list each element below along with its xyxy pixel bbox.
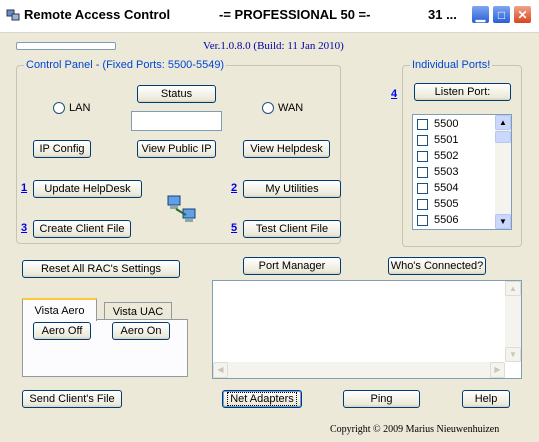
scroll-down-arrow-icon[interactable]: ▼ [495,214,511,229]
window-edition: -= PROFESSIONAL 50 =- [219,7,371,22]
scroll-up-arrow-icon[interactable]: ▲ [495,115,511,130]
port-checkbox[interactable] [417,134,428,146]
step-1-link[interactable]: 1 [21,182,27,194]
ports-scrollbar[interactable]: ▲ ▼ [495,115,511,229]
maximize-button[interactable]: □ [492,5,511,24]
port-checkbox[interactable] [417,166,428,178]
port-label: 5504 [434,182,459,194]
scroll-down-arrow-icon[interactable]: ▼ [505,347,521,362]
version-label: Ver.1.0.8.0 (Build: 11 Jan 2010) [203,40,344,52]
list-item[interactable]: 5506 [413,212,495,228]
port-label: 5505 [434,198,459,210]
ports-list[interactable]: 5500 5501 5502 5503 5504 5505 5506 ▲ ▼ [412,114,512,230]
create-client-file-button[interactable]: Create Client File [33,220,131,238]
view-helpdesk-button[interactable]: View Helpdesk [243,140,330,158]
list-item[interactable]: 5502 [413,148,495,164]
net-adapters-button[interactable]: Net Adapters [222,390,302,408]
port-checkbox[interactable] [417,150,428,162]
port-label: 5502 [434,150,459,162]
ip-config-button[interactable]: IP Config [33,140,91,158]
port-label: 5506 [434,214,459,226]
window-days: 31 ... [428,7,457,22]
port-label: 5503 [434,166,459,178]
output-textarea[interactable]: ▲ ▼ ◀ ▶ [212,280,522,379]
reset-settings-button[interactable]: Reset All RAC's Settings [22,260,180,278]
step-3-link[interactable]: 3 [21,222,27,234]
port-checkbox[interactable] [417,182,428,194]
scroll-up-arrow-icon[interactable]: ▲ [505,281,521,296]
aero-off-button[interactable]: Aero Off [33,322,91,340]
list-item[interactable]: 5500 [413,116,495,132]
minimize-button[interactable]: ▁ [471,5,490,24]
wan-label: WAN [278,102,304,114]
port-label: 5500 [434,118,459,130]
send-client-file-button[interactable]: Send Client's File [22,390,122,408]
step-4-link[interactable]: 4 [391,88,397,100]
lan-label: LAN [69,102,91,114]
network-computers-icon [166,193,198,225]
output-vertical-scrollbar[interactable]: ▲ ▼ [505,281,521,362]
port-checkbox[interactable] [417,118,428,130]
status-field[interactable] [131,111,222,131]
list-item[interactable]: 5503 [413,164,495,180]
control-panel-legend: Control Panel - (Fixed Ports: 5500-5549) [24,59,227,71]
ping-button[interactable]: Ping [343,390,420,408]
scroll-right-arrow-icon[interactable]: ▶ [490,362,505,378]
listen-port-button[interactable]: Listen Port: [414,83,511,101]
port-manager-button[interactable]: Port Manager [243,257,341,275]
whos-connected-button[interactable]: Who's Connected? [388,257,486,275]
output-horizontal-scrollbar[interactable]: ◀ ▶ [213,362,505,378]
window-title: Remote Access Control [24,7,171,22]
scroll-left-arrow-icon[interactable]: ◀ [213,362,228,378]
list-item[interactable]: 5501 [413,132,495,148]
port-label: 5501 [434,134,459,146]
my-utilities-button[interactable]: My Utilities [243,180,341,198]
view-public-ip-button[interactable]: View Public IP [137,140,216,158]
app-icon [6,8,20,22]
step-2-link[interactable]: 2 [231,182,237,194]
copyright-label: Copyright © 2009 Marius Nieuwenhuizen [330,424,500,435]
list-item[interactable]: 5505 [413,196,495,212]
close-button[interactable]: ✕ [513,5,532,24]
port-checkbox[interactable] [417,198,428,210]
list-item[interactable]: 5504 [413,180,495,196]
lan-radio[interactable] [53,102,65,114]
status-button[interactable]: Status [137,85,216,103]
test-client-file-button[interactable]: Test Client File [243,220,341,238]
scroll-thumb[interactable] [495,131,511,143]
individual-ports-legend: Individual Ports! [410,59,493,71]
update-helpdesk-button[interactable]: Update HelpDesk [33,180,142,198]
aero-on-button[interactable]: Aero On [112,322,170,340]
progress-bar [16,42,116,50]
port-checkbox[interactable] [417,214,428,226]
tab-vista-aero[interactable]: Vista Aero [22,298,97,321]
wan-radio[interactable] [262,102,274,114]
help-button[interactable]: Help [462,390,510,408]
step-5-link[interactable]: 5 [231,222,237,234]
